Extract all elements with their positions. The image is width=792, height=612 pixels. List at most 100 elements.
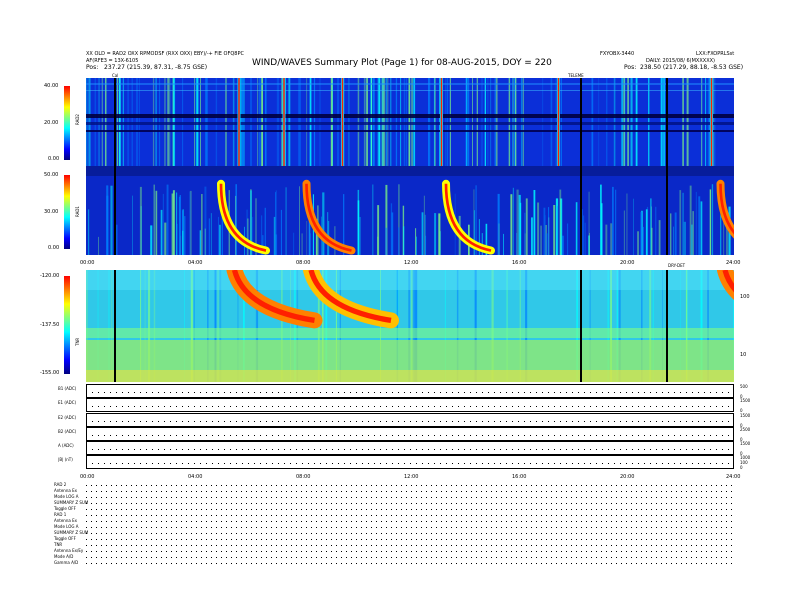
spectrogram-band: [86, 270, 734, 290]
spectrogram-streak: [189, 191, 191, 255]
marker-dry-det: DRY-DET: [668, 263, 686, 268]
spectrogram-streak: [424, 214, 426, 255]
spectrogram-streak: [655, 206, 657, 255]
spectrogram-streak: [415, 228, 417, 255]
spectrogram-streak: [683, 221, 686, 255]
hk-row-right-tick: 2500: [740, 427, 751, 432]
rad2-tick-bot: 0.00: [48, 156, 60, 162]
status-row-label: Mode LOG A: [54, 524, 79, 529]
hk-row-box: [86, 398, 734, 412]
rad1-colorbar: [64, 175, 70, 249]
spectrogram-streak: [533, 190, 536, 255]
spectrogram-streak: [695, 191, 697, 255]
spectrogram-streak: [139, 186, 142, 255]
status-row-label: Mode LOG A: [54, 494, 79, 499]
spectrogram-streak: [543, 207, 546, 255]
spectrogram-streak: [524, 212, 526, 255]
spectrogram-band: [86, 166, 734, 176]
spectrogram-streak: [583, 215, 585, 255]
hk-row-label: E2 (ADC): [58, 415, 77, 420]
status-row-label: SUMMARY Z SUM: [54, 500, 89, 505]
hk-row-label: B1 (ADC): [58, 386, 77, 391]
spectrogram-streak: [658, 220, 661, 255]
spectrogram-streak: [692, 211, 694, 255]
spectrogram-streak: [210, 213, 212, 255]
spectrogram-streak: [153, 184, 155, 255]
hk-row-right-tick: 1500: [740, 441, 751, 446]
spectrogram-streak: [623, 210, 625, 255]
spectrogram-streak: [531, 217, 533, 255]
time-label-a5: 20:00: [620, 260, 635, 266]
tnr-tick-mid: -137.50: [40, 322, 60, 328]
spectrogram-streak: [106, 195, 109, 255]
header-right-line1a: FXYOBX-3440: [600, 51, 635, 57]
status-block-trace: [86, 515, 734, 516]
spectrogram-streak: [171, 193, 174, 255]
hk-row-trace: [86, 449, 734, 450]
header-left-pos-value: 237.27 (215.39, 87.31, -8.75 GSE): [104, 64, 208, 71]
spectrogram-streak: [562, 235, 564, 255]
spectrogram-streak: [650, 198, 652, 255]
rad2-spectrogram: [86, 78, 734, 166]
spectrogram-streak: [372, 184, 374, 255]
tnr-right-tick-10: 10: [740, 352, 747, 358]
hk-row-right-tick: 1500: [740, 398, 751, 403]
spectrogram-streak: [160, 209, 163, 255]
spectrogram-streak: [162, 193, 164, 255]
spectrogram-streak: [584, 222, 586, 255]
spectrogram-streak: [247, 218, 249, 255]
status-row-trace: [86, 551, 734, 552]
spectrogram-streak: [166, 184, 169, 255]
spectrogram-streak: [204, 186, 207, 255]
spectrogram-streak: [218, 216, 219, 255]
spectrogram-streak: [626, 193, 628, 255]
status-row-label: SUMMARY Z SUM: [54, 530, 89, 535]
header-left-pos-label: Pos:: [86, 64, 99, 71]
spectrogram-streak: [306, 221, 308, 255]
spectrogram-streak: [537, 202, 540, 255]
marker-line-1: [580, 78, 582, 166]
tnr-tick-bot: -155.00: [40, 370, 60, 376]
spectrogram-streak: [235, 184, 237, 255]
rad2-colorbar: [64, 86, 70, 160]
rad2-tick-top: 40.00: [44, 83, 59, 89]
header-right-line1b: LXX:FXOPRLSst: [696, 51, 735, 57]
status-row-label: Mode A/D: [54, 554, 74, 559]
spectrogram-streak: [357, 200, 360, 255]
status-row-label: Gamma A/D: [54, 560, 79, 565]
spectrogram-streak: [184, 216, 186, 255]
spectrogram-streak: [201, 194, 203, 255]
time-label-a0: 00:00: [80, 260, 95, 266]
spectrogram-streak: [88, 209, 90, 255]
hk-row-label: E1 (ADC): [58, 400, 77, 405]
spectrogram-streak: [682, 192, 684, 255]
marker-line-0: [114, 166, 116, 255]
hk-row-label: A (ADC): [58, 443, 74, 448]
status-row-trace: [86, 527, 734, 528]
spectrogram-streak: [359, 217, 361, 255]
spectrogram-streak: [327, 212, 329, 255]
status-block-trace: [86, 485, 734, 486]
spectrogram-streak: [615, 189, 617, 255]
spectrogram-streak: [385, 227, 388, 255]
hk-row-box: [86, 455, 734, 469]
spectrogram-streak: [164, 222, 167, 255]
hk-row-box: [86, 413, 734, 427]
marker-line-1: [580, 270, 582, 382]
spectrogram-band: [86, 114, 734, 118]
tnr-tick-top: -120.00: [40, 273, 60, 279]
hk-row-trace: [86, 463, 734, 464]
spectrogram-streak: [273, 216, 276, 255]
hk-row-box: [86, 384, 734, 398]
time-label-a6: 24:00: [726, 260, 741, 266]
status-row-trace: [86, 557, 734, 558]
spectrogram-band: [86, 370, 734, 382]
spectrogram-streak: [398, 227, 400, 255]
spectrogram-streak: [421, 212, 424, 255]
spectrogram-streak: [132, 195, 133, 255]
rad2-tick-mid: 20.00: [44, 120, 59, 126]
marker-line-2: [666, 78, 668, 166]
rad2-spectrogram-svg: [86, 78, 734, 166]
spectrogram-streak: [498, 223, 500, 255]
rad1-spectrogram-svg: [86, 166, 734, 255]
